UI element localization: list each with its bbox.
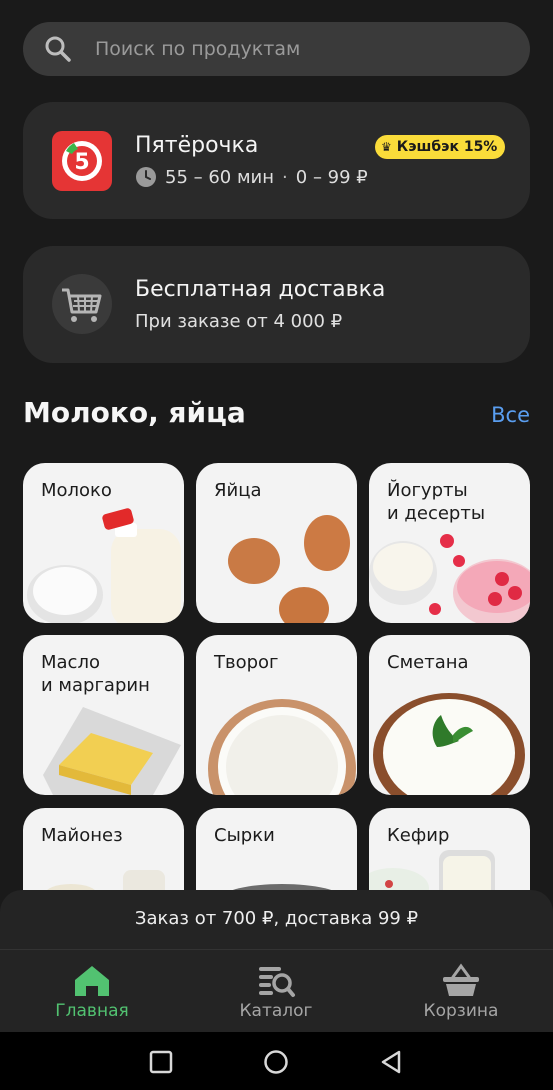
category-tile-butter[interactable]: Масло и маргарин — [23, 635, 184, 795]
catalog-search-icon — [259, 967, 295, 997]
category-tile-kefir[interactable]: Кефир — [369, 808, 530, 890]
meta-separator: · — [282, 166, 288, 188]
category-label: Масло и маргарин — [41, 652, 150, 696]
category-label: Майонез — [41, 825, 123, 846]
shopping-cart-icon — [62, 288, 102, 322]
tab-catalog[interactable]: Каталог — [184, 950, 368, 1032]
category-label: Сметана — [387, 652, 469, 673]
clock-icon — [136, 167, 156, 187]
store-logo: 5 — [52, 131, 112, 191]
back-icon[interactable] — [378, 1049, 404, 1075]
promo-subtitle: При заказе от 4 000 ₽ — [135, 311, 343, 332]
curd-snacks-image — [232, 884, 332, 890]
store-eta: 55 – 60 мин — [165, 166, 275, 188]
promo-title: Бесплатная доставка — [135, 277, 386, 302]
see-all-link[interactable]: Все — [491, 403, 530, 427]
store-logo-text: 5 — [74, 150, 89, 175]
search-icon — [45, 36, 71, 62]
category-label: Кефир — [387, 825, 450, 846]
section-title: Молоко, яйца — [23, 396, 246, 429]
category-label: Сырки — [214, 825, 275, 846]
cart-icon-wrap — [52, 274, 112, 334]
category-label: Яйца — [214, 480, 262, 501]
tab-label: Каталог — [239, 1001, 313, 1021]
search-placeholder: Поиск по продуктам — [95, 38, 301, 60]
bottom-tab-bar: Главная Каталог Корзина — [0, 950, 553, 1032]
recent-apps-icon[interactable] — [148, 1049, 174, 1075]
order-info-text: Заказ от 700 ₽, доставка 99 ₽ — [134, 908, 419, 929]
category-tile-milk[interactable]: Молоко — [23, 463, 184, 623]
cashback-badge: ♛ Кэшбэк 15% — [375, 135, 506, 159]
home-icon — [75, 966, 109, 996]
store-card[interactable]: 5 Пятёрочка 55 – 60 мин · 0 – 99 ₽ ♛ Кэш… — [23, 102, 530, 219]
tab-label: Корзина — [423, 1001, 499, 1021]
category-tile-sour-cream[interactable]: Сметана — [369, 635, 530, 795]
search-bar[interactable]: Поиск по продуктам — [23, 22, 530, 76]
mayonnaise-image — [47, 870, 165, 890]
category-label: Творог — [214, 652, 279, 673]
category-label: Йогурты и десерты — [387, 480, 486, 524]
category-tile-curd-snacks[interactable]: Сырки — [196, 808, 357, 890]
system-nav-bar — [0, 1032, 553, 1090]
category-label: Молоко — [41, 480, 112, 501]
store-meta: 55 – 60 мин · 0 – 99 ₽ — [135, 166, 368, 188]
crown-icon: ♛ — [381, 140, 392, 154]
tab-home[interactable]: Главная — [0, 950, 184, 1032]
kefir-image — [369, 850, 495, 890]
tab-label: Главная — [55, 1001, 129, 1021]
category-tile-yogurts[interactable]: Йогурты и десерты — [369, 463, 530, 623]
category-tile-mayonnaise[interactable]: Майонез — [23, 808, 184, 890]
category-tile-cottage-cheese[interactable]: Творог — [196, 635, 357, 795]
store-name: Пятёрочка — [135, 133, 259, 158]
tab-basket[interactable]: Корзина — [369, 950, 553, 1032]
basket-icon — [443, 963, 479, 996]
home-button-icon[interactable] — [263, 1049, 289, 1075]
store-delivery-price: 0 – 99 ₽ — [295, 166, 368, 188]
category-grid: Молоко Яйца Йогурты и десерты Масло и ма… — [23, 463, 530, 890]
category-tile-eggs[interactable]: Яйца — [196, 463, 357, 623]
order-info-bar[interactable]: Заказ от 700 ₽, доставка 99 ₽ — [0, 890, 553, 950]
free-delivery-card[interactable]: Бесплатная доставка При заказе от 4 000 … — [23, 246, 530, 363]
cashback-label: Кэшбэк 15% — [396, 139, 498, 155]
